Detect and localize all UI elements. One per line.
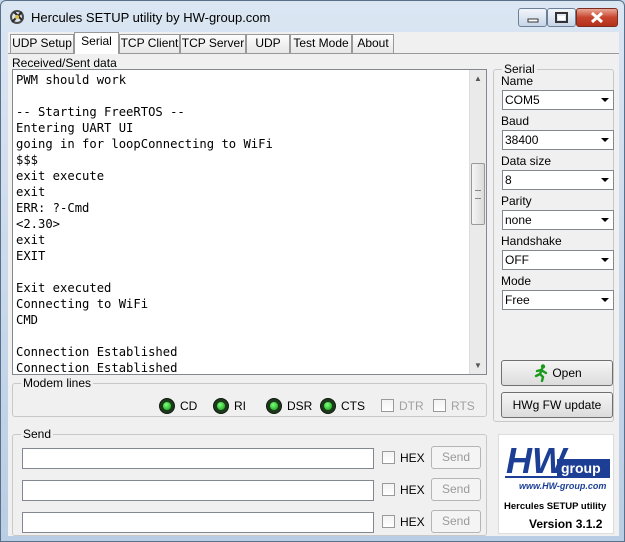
open-label: Open bbox=[552, 366, 582, 380]
tab-label: Test Mode bbox=[293, 36, 349, 50]
maximize-button[interactable] bbox=[547, 8, 576, 27]
send-input-2[interactable] bbox=[22, 480, 374, 501]
tab-label: TCP Server bbox=[181, 36, 245, 50]
baud-select[interactable]: 38400 bbox=[502, 130, 614, 150]
tab-about[interactable]: About bbox=[352, 34, 394, 53]
parity-select[interactable]: none bbox=[502, 210, 614, 230]
hw-group-logo-graphic: HW group www.HW-group.com Hercules SETUP… bbox=[504, 440, 610, 512]
tab-serial[interactable]: Serial bbox=[74, 32, 119, 54]
send-button-1[interactable]: Send bbox=[431, 446, 481, 469]
rts-label: RTS bbox=[451, 399, 475, 413]
chevron-down-icon[interactable] bbox=[597, 292, 612, 308]
rts-checkbox[interactable] bbox=[433, 399, 446, 412]
close-icon bbox=[590, 11, 604, 24]
cd-label: CD bbox=[180, 399, 198, 413]
handshake-select[interactable]: OFF bbox=[502, 250, 614, 270]
hex-label-1: HEX bbox=[400, 451, 425, 465]
tab-label: Serial bbox=[81, 34, 112, 48]
tab-bar: UDP Setup Serial TCP Client TCP Server U… bbox=[8, 32, 619, 54]
ri-label: RI bbox=[234, 399, 246, 413]
tab-tcp-client[interactable]: TCP Client bbox=[119, 34, 180, 53]
maximize-icon bbox=[555, 12, 568, 23]
handshake-value: OFF bbox=[505, 253, 529, 267]
tab-label: UDP Setup bbox=[12, 36, 72, 50]
received-data-box[interactable]: PWM should work -- Starting FreeRTOS -- … bbox=[12, 69, 487, 375]
handshake-label: Handshake bbox=[501, 234, 562, 248]
port-name-value: COM5 bbox=[505, 93, 540, 107]
ri-led-icon bbox=[213, 398, 229, 414]
name-label: Name bbox=[501, 74, 534, 88]
open-button[interactable]: Open bbox=[501, 360, 613, 386]
tab-label: TCP Client bbox=[120, 36, 179, 50]
dtr-checkbox[interactable] bbox=[381, 399, 394, 412]
modem-lines-title: Modem lines bbox=[21, 376, 94, 390]
close-button[interactable] bbox=[576, 8, 618, 27]
hercules-app-icon bbox=[10, 10, 24, 24]
minimize-icon bbox=[527, 18, 539, 23]
tab-label: UDP bbox=[255, 36, 281, 50]
dtr-label: DTR bbox=[399, 399, 424, 413]
version-label: Version 3.1.2 bbox=[529, 517, 603, 531]
tab-udp[interactable]: UDP bbox=[246, 34, 290, 53]
received-label: Received/Sent data bbox=[12, 56, 117, 70]
tab-label: About bbox=[357, 36, 389, 50]
hw-group-logo[interactable]: HW group www.HW-group.com Hercules SETUP… bbox=[498, 434, 614, 534]
title-bar[interactable]: Hercules SETUP utility by HW-group.com bbox=[1, 1, 624, 31]
logo-product: Hercules SETUP utility bbox=[504, 501, 607, 512]
hex-label-2: HEX bbox=[400, 483, 425, 497]
chevron-down-icon[interactable] bbox=[597, 132, 612, 148]
minimize-button[interactable] bbox=[518, 8, 547, 27]
hex-label-3: HEX bbox=[400, 515, 425, 529]
send-title: Send bbox=[21, 427, 54, 441]
cts-led-icon bbox=[320, 398, 336, 414]
data-size-select[interactable]: 8 bbox=[502, 170, 614, 190]
baud-value: 38400 bbox=[505, 133, 539, 147]
dsr-led-icon bbox=[266, 398, 282, 414]
data-size-value: 8 bbox=[505, 173, 512, 187]
hex-checkbox-3[interactable] bbox=[382, 515, 395, 528]
client-area: UDP Setup Serial TCP Client TCP Server U… bbox=[8, 32, 619, 536]
mode-value: Free bbox=[505, 293, 530, 307]
tab-test-mode[interactable]: Test Mode bbox=[290, 34, 352, 53]
scroll-thumb[interactable] bbox=[471, 163, 485, 225]
chevron-down-icon[interactable] bbox=[597, 252, 612, 268]
cd-led-icon bbox=[159, 398, 175, 414]
port-name-select[interactable]: COM5 bbox=[502, 90, 614, 110]
logo-brand-suffix: group bbox=[561, 460, 601, 476]
mode-select[interactable]: Free bbox=[502, 290, 614, 310]
chevron-down-icon[interactable] bbox=[597, 172, 612, 188]
parity-value: none bbox=[505, 213, 532, 227]
vertical-scrollbar[interactable]: ▲ ▼ bbox=[469, 70, 486, 374]
scroll-up-icon[interactable]: ▲ bbox=[470, 70, 486, 87]
modem-lines-group: Modem lines CD RI DSR CTS DTR RTS bbox=[12, 376, 487, 417]
send-input-3[interactable] bbox=[22, 512, 374, 533]
tab-tcp-server[interactable]: TCP Server bbox=[180, 34, 246, 53]
send-button-3[interactable]: Send bbox=[431, 510, 481, 533]
hwg-fw-update-button[interactable]: HWg FW update bbox=[501, 392, 613, 418]
baud-label: Baud bbox=[501, 114, 530, 128]
data-size-label: Data size bbox=[501, 154, 552, 168]
chevron-down-icon[interactable] bbox=[597, 92, 612, 108]
send-group: Send HEX Send HEX Send HEX Send bbox=[12, 427, 487, 536]
chevron-down-icon[interactable] bbox=[597, 212, 612, 228]
running-man-icon bbox=[534, 364, 548, 382]
send-input-1[interactable] bbox=[22, 448, 374, 469]
received-text[interactable]: PWM should work -- Starting FreeRTOS -- … bbox=[16, 72, 468, 372]
mode-label: Mode bbox=[501, 274, 532, 288]
tab-udp-setup[interactable]: UDP Setup bbox=[10, 34, 74, 53]
dsr-label: DSR bbox=[287, 399, 313, 413]
hex-checkbox-1[interactable] bbox=[382, 451, 395, 464]
hex-checkbox-2[interactable] bbox=[382, 483, 395, 496]
send-button-2[interactable]: Send bbox=[431, 478, 481, 501]
window-title: Hercules SETUP utility by HW-group.com bbox=[31, 10, 271, 25]
parity-label: Parity bbox=[501, 194, 532, 208]
logo-url: www.HW-group.com bbox=[519, 481, 606, 491]
cts-label: CTS bbox=[341, 399, 365, 413]
app-window: Hercules SETUP utility by HW-group.com U… bbox=[0, 0, 625, 542]
scroll-down-icon[interactable]: ▼ bbox=[470, 357, 486, 374]
